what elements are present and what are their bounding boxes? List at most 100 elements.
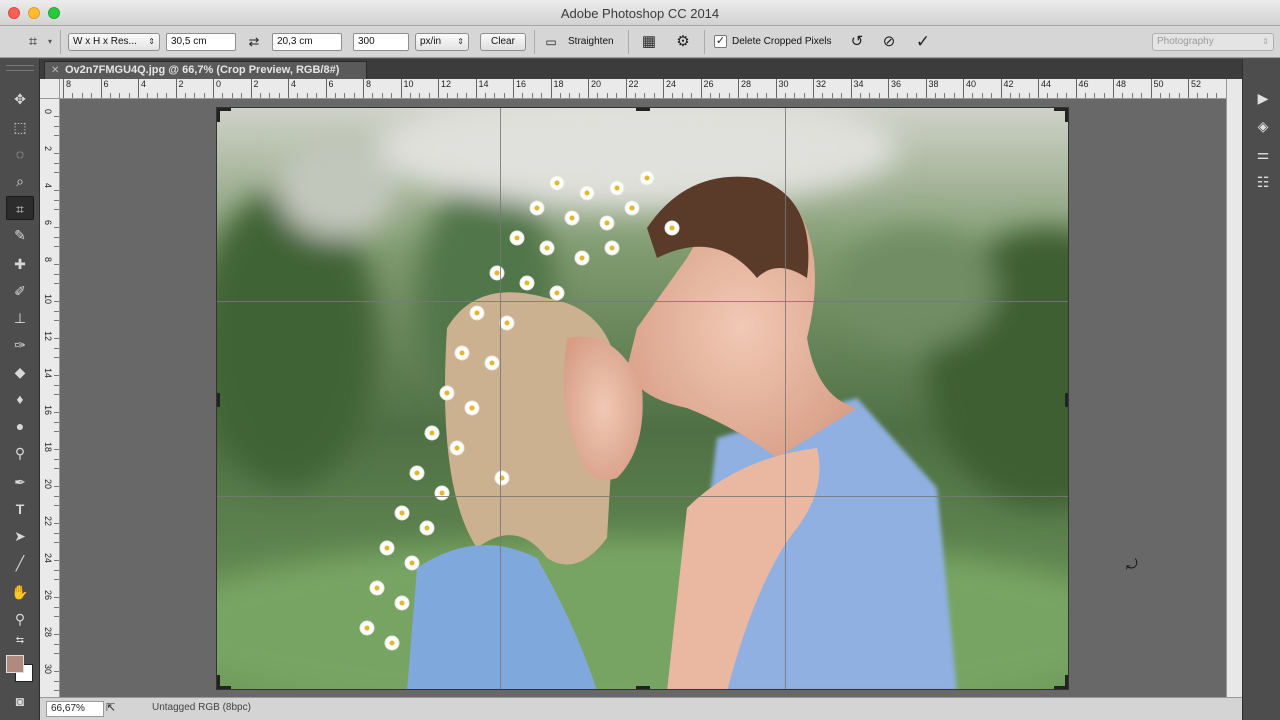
document-tab[interactable]: ✕ Ov2n7FMGU4Q.jpg @ 66,7% (Crop Preview,… (44, 61, 367, 79)
bucket-icon[interactable]: ♦ (6, 387, 34, 411)
blur-icon[interactable]: ● (6, 414, 34, 438)
stamp-icon[interactable]: ⊥ (6, 306, 34, 330)
preset-caret-icon[interactable]: ▾ (48, 33, 56, 51)
zoom-icon[interactable]: ⚲ (6, 607, 34, 631)
photo-image (217, 108, 1068, 689)
crop-handle-bottom-right[interactable] (1065, 675, 1068, 689)
eraser-icon[interactable]: ◆ (6, 360, 34, 384)
ruler-minor-tick (644, 93, 646, 98)
foreground-color-swatch[interactable] (6, 655, 24, 673)
properties-icon[interactable]: ☷ (1252, 171, 1274, 193)
canvas-area[interactable] (60, 99, 1226, 697)
width-field[interactable]: 30,5 cm (166, 33, 236, 51)
overlay-grid-icon[interactable]: ▦ (638, 33, 660, 51)
ruler-minor-tick (54, 689, 59, 691)
ruler-tick-label: 14 (475, 79, 489, 98)
ruler-minor-tick (54, 680, 59, 682)
ruler-tick-label: 18 (43, 442, 53, 453)
ruler-minor-tick (54, 134, 59, 136)
close-icon[interactable]: ✕ (51, 62, 59, 79)
ruler-minor-tick (831, 93, 833, 98)
ratio-preset-select[interactable]: W x H x Res... ⇕ (68, 33, 160, 51)
ruler-origin[interactable] (40, 79, 60, 99)
resolution-field[interactable]: 300 (353, 33, 409, 51)
resolution-unit-select[interactable]: px/in ⇕ (415, 33, 469, 51)
history-brush-icon[interactable]: ✑ (6, 333, 34, 357)
share-icon[interactable]: ⇱ (106, 701, 115, 714)
vertical-ruler[interactable]: 02468101214161820222426283032 (40, 99, 60, 697)
workspace-select[interactable]: Photography ⇕ (1152, 33, 1274, 51)
crop-handle-top-left[interactable] (217, 108, 220, 122)
ruler-minor-tick (897, 93, 899, 98)
ruler-tick-label: 4 (137, 79, 147, 98)
adjustments-icon[interactable]: ⚌ (1252, 143, 1274, 165)
ruler-tick-label: 42 (1000, 79, 1014, 98)
healing-icon[interactable]: ✚ (6, 252, 34, 276)
ruler-minor-tick (1206, 93, 1208, 98)
ruler-minor-tick (54, 606, 59, 608)
ruler-minor-tick (54, 319, 59, 321)
gear-icon[interactable]: ⚙ (672, 33, 694, 51)
delete-cropped-checkbox[interactable]: ✓ (714, 35, 727, 48)
ruler-minor-tick (241, 93, 243, 98)
crop-handle-bottom-left[interactable] (217, 675, 220, 689)
marquee-icon[interactable]: ⬚ (6, 115, 34, 139)
ruler-tick-label: 12 (43, 331, 53, 342)
ruler-minor-tick (54, 634, 59, 636)
ruler-tick-label: 40 (962, 79, 977, 98)
crop-icon[interactable]: ⌗ (6, 196, 34, 220)
crop-handle-top-right[interactable] (1065, 108, 1068, 122)
straighten-icon[interactable]: ▭ (540, 33, 562, 51)
photo-canvas[interactable] (216, 107, 1069, 690)
clear-button[interactable]: Clear (480, 33, 526, 51)
height-field[interactable]: 20,3 cm (272, 33, 342, 51)
ruler-tick-label: 4 (287, 79, 297, 98)
ruler-minor-tick (316, 93, 318, 98)
hand-icon[interactable]: ✋ (6, 580, 34, 604)
ruler-minor-tick (54, 467, 59, 469)
line-icon[interactable]: ╱ (6, 551, 34, 575)
ruler-minor-tick (559, 93, 561, 98)
dodge-icon[interactable]: ⚲ (6, 441, 34, 465)
toolbox-grip[interactable] (6, 65, 34, 71)
ruler-minor-tick (391, 93, 393, 98)
ruler-minor-tick (54, 541, 59, 543)
type-icon[interactable]: T (6, 497, 34, 521)
eyedropper-icon[interactable]: ✎ (6, 223, 34, 247)
straighten-label[interactable]: Straighten (568, 33, 614, 51)
swap-dimensions-icon[interactable]: ⇄ (243, 33, 265, 51)
crop-handle-left[interactable] (217, 393, 220, 407)
brush-icon[interactable]: ✐ (6, 279, 34, 303)
crop-grid-line (217, 496, 1068, 497)
ruler-tick-label: 20 (587, 79, 602, 98)
ruler-minor-tick (54, 273, 59, 275)
quick-mask-icon[interactable]: ◙ (6, 689, 34, 713)
cancel-icon[interactable]: ⊘ (878, 33, 900, 51)
reset-icon[interactable]: ↺ (846, 33, 868, 51)
lasso-icon[interactable]: ◌ (6, 142, 34, 166)
layers-icon[interactable]: ◈ (1252, 115, 1274, 137)
quick-select-icon[interactable]: ⌕ (6, 169, 34, 193)
crop-handle-bottom[interactable] (636, 686, 650, 689)
play-icon[interactable]: ▶ (1252, 87, 1274, 109)
zoom-field[interactable]: 66,67% (46, 701, 104, 717)
ruler-minor-tick (719, 93, 721, 98)
ruler-minor-tick (1028, 93, 1030, 98)
crop-handle-right[interactable] (1065, 393, 1068, 407)
path-select-icon[interactable]: ➤ (6, 524, 34, 548)
ruler-minor-tick (54, 560, 59, 562)
vertical-scrollbar[interactable] (1226, 79, 1242, 697)
commit-check-icon[interactable]: ✓ (912, 33, 934, 51)
crop-tool-preset-icon[interactable]: ⌗ (22, 33, 44, 51)
crop-grid-line (785, 108, 786, 689)
crop-handle-top[interactable] (636, 108, 650, 111)
ruler-minor-tick (991, 93, 993, 98)
ruler-minor-tick (147, 93, 149, 98)
default-colors-icon[interactable]: ⇆ (6, 633, 34, 649)
horizontal-ruler[interactable]: 8 6 4 2 0 2 4 6 8 10 12 14 16 18 20 22 24 26 28 30 32 34 36 38 4… (60, 79, 1226, 99)
move-icon[interactable]: ✥ (6, 87, 34, 111)
ruler-tick-label: 0 (212, 79, 222, 98)
ruler-minor-tick (784, 93, 786, 98)
color-profile-status[interactable]: Untagged RGB (8bpc) (152, 702, 251, 713)
pen-icon[interactable]: ✒ (6, 470, 34, 494)
